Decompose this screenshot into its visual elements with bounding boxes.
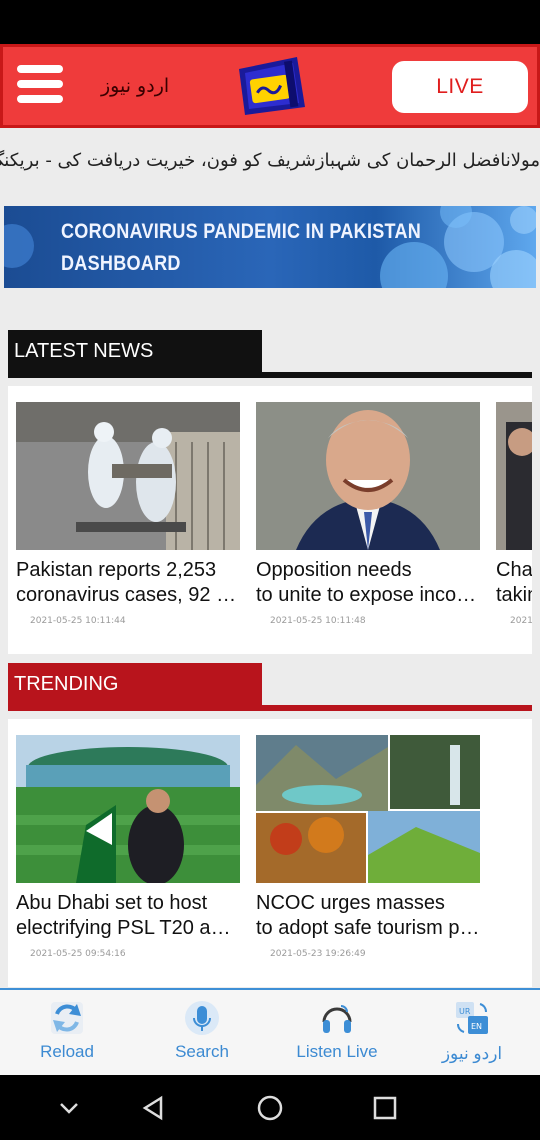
news-thumbnail — [256, 402, 480, 550]
news-date: 2021-05-25 10:11:48 — [270, 616, 366, 626]
search-tab[interactable]: Search — [137, 1000, 267, 1062]
news-card[interactable]: Cha takin 2021 — [496, 402, 532, 626]
bottom-navigation: Reload Search Listen Live UR EN اردو نیو… — [0, 988, 540, 1075]
hamburger-menu-icon[interactable] — [17, 65, 63, 107]
urdu-news-tab[interactable]: UR EN اردو نیوز — [407, 1000, 537, 1064]
live-button[interactable]: LIVE — [392, 61, 528, 113]
svg-text:UR: UR — [459, 1007, 471, 1016]
app-header: اردو نیوز LIVE — [0, 44, 540, 128]
banner-line-2: DASHBOARD — [61, 252, 181, 275]
section-divider — [8, 372, 532, 378]
back-icon[interactable] — [139, 1093, 169, 1123]
news-date: 2021-05-25 09:54:16 — [30, 949, 126, 959]
urdu-news-link[interactable]: اردو نیوز — [101, 75, 169, 97]
latest-news-carousel[interactable]: Pakistan reports 2,253 coronavirus cases… — [8, 386, 532, 654]
section-divider — [8, 705, 532, 711]
news-title: Pakistan reports 2,253 coronavirus cases… — [16, 559, 240, 606]
coronavirus-dashboard-banner[interactable]: CORONAVIRUS PANDEMIC IN PAKISTAN DASHBOA… — [4, 206, 536, 288]
news-card[interactable]: Pakistan reports 2,253 coronavirus cases… — [16, 402, 240, 626]
recents-icon[interactable] — [370, 1093, 400, 1123]
microphone-icon — [184, 1000, 220, 1036]
news-title: Cha takin — [496, 559, 532, 606]
nav-label: Listen Live — [296, 1042, 378, 1061]
news-date: 2021-05-25 10:11:44 — [30, 616, 126, 626]
news-date: 2021 — [510, 616, 532, 626]
svg-text:EN: EN — [471, 1022, 482, 1031]
main-content[interactable]: مولانافضل الرحمان کی شہبازشریف کو فون، خ… — [0, 128, 540, 988]
home-icon[interactable] — [255, 1093, 285, 1123]
ur-en-switch-icon: UR EN — [454, 1000, 490, 1036]
dunya-news-logo[interactable] — [235, 53, 307, 119]
news-title: Abu Dhabi set to host electrifying PSL T… — [16, 892, 240, 939]
news-card[interactable]: NCOC urges masses to adopt safe tourism … — [256, 735, 480, 959]
headphones-icon — [319, 1000, 355, 1036]
trending-carousel[interactable]: Abu Dhabi set to host electrifying PSL T… — [8, 719, 532, 987]
listen-live-tab[interactable]: Listen Live — [272, 1000, 402, 1062]
news-card[interactable]: Opposition needs to unite to expose inco… — [256, 402, 480, 626]
nav-label: Search — [175, 1042, 229, 1061]
chevron-down-icon[interactable] — [54, 1093, 84, 1123]
news-thumbnail — [496, 402, 532, 550]
system-navigation-bar — [0, 1075, 540, 1140]
nav-label: Reload — [40, 1042, 94, 1061]
news-card[interactable]: Abu Dhabi set to host electrifying PSL T… — [16, 735, 240, 959]
breaking-news-ticker[interactable]: مولانافضل الرحمان کی شہبازشریف کو فون، خ… — [0, 128, 540, 196]
news-title: NCOC urges masses to adopt safe tourism … — [256, 892, 480, 939]
status-bar — [0, 0, 540, 44]
news-date: 2021-05-23 19:26:49 — [270, 949, 366, 959]
banner-line-1: CORONAVIRUS PANDEMIC IN PAKISTAN — [61, 220, 422, 243]
section-title: TRENDING — [8, 663, 262, 705]
news-thumbnail — [16, 402, 240, 550]
news-thumbnail — [16, 735, 240, 883]
latest-news-header: LATEST NEWS — [8, 330, 532, 378]
reload-tab[interactable]: Reload — [2, 1000, 132, 1062]
news-title: Opposition needs to unite to expose inco… — [256, 559, 480, 606]
ticker-text: مولانافضل الرحمان کی شہبازشریف کو فون، خ… — [0, 150, 540, 171]
news-thumbnail — [256, 735, 480, 883]
reload-icon — [49, 1000, 85, 1036]
nav-label: اردو نیوز — [441, 1044, 503, 1063]
trending-header: TRENDING — [8, 663, 532, 711]
section-title: LATEST NEWS — [8, 330, 262, 372]
